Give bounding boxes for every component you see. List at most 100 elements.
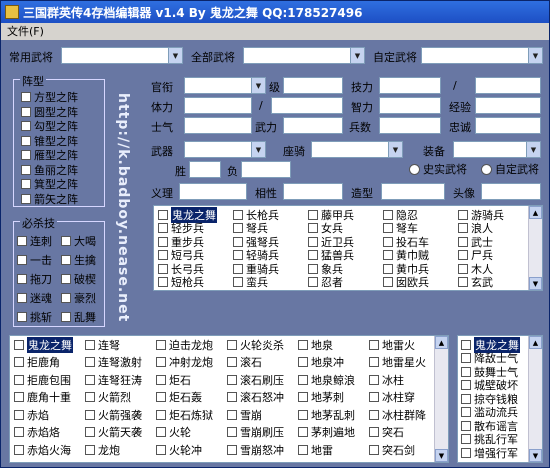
checkbox-icon[interactable] [61,312,71,322]
checkbox-icon[interactable] [17,312,27,322]
checkbox-icon[interactable] [308,236,318,247]
checkbox-icon[interactable] [461,393,471,404]
checkbox-icon[interactable] [17,293,27,303]
skill-list-scrollbar[interactable]: ▲ ▼ [434,336,448,462]
chevron-down-icon[interactable]: ▼ [251,142,265,157]
scroll-down-icon[interactable]: ▼ [529,277,542,290]
checkbox-icon[interactable] [308,263,318,274]
tactic-item[interactable]: 地茅刺 [298,391,344,404]
tactic-item[interactable]: 炬石轰 [156,391,202,404]
scroll-up-icon[interactable]: ▲ [435,336,448,349]
checkbox-icon[interactable] [14,444,24,455]
chevron-down-icon[interactable]: ▼ [251,78,265,93]
special-skill-checkbox[interactable]: 破楔 [61,271,96,287]
checkbox-icon[interactable] [61,236,71,246]
checkbox-icon[interactable] [369,427,379,437]
troop-type-list[interactable]: 鬼龙之舞 轻步兵 重步兵 短弓兵 长弓兵 短枪兵 长枪兵 弩兵 强弩兵 轻骑兵 重骑兵 蛮兵 藤甲兵 女兵… [153,205,543,291]
special-skill-checkbox[interactable]: 连刺 [17,233,52,249]
checkbox-icon[interactable] [458,236,468,247]
checkbox-icon[interactable] [458,277,468,287]
hp-field[interactable] [184,97,252,114]
tactic-item[interactable]: 地泉 [298,338,333,352]
checkbox-icon[interactable] [85,427,95,437]
checkbox-icon[interactable] [308,250,318,260]
weapon-combo[interactable]: ▼ [184,141,266,158]
tactic-item[interactable]: 冰柱 [369,373,404,387]
checkbox-icon[interactable] [298,444,308,455]
special-skill-checkbox[interactable]: 拖刀 [17,271,52,287]
checkbox-icon[interactable] [14,374,24,385]
checkbox-icon[interactable] [383,223,393,233]
menu-file[interactable]: 文件(F) [7,25,44,38]
checkbox-icon[interactable] [298,392,308,402]
tactic-item[interactable]: 炬石炼狱 [156,408,213,422]
troops-field[interactable] [379,117,441,134]
checkbox-icon[interactable] [21,121,31,131]
tactic-item[interactable]: 连弩 [85,338,120,352]
troop-item[interactable]: 蛮兵 [233,276,268,289]
checkbox-icon[interactable] [383,263,393,274]
checkbox-icon[interactable] [156,427,166,437]
chevron-down-icon[interactable]: ▼ [526,142,540,157]
checkbox-icon[interactable] [233,223,243,233]
checkbox-icon[interactable] [461,339,471,350]
troop-item[interactable]: 短枪兵 [158,276,204,289]
checkbox-icon[interactable] [308,209,318,220]
formation-checkbox[interactable]: 箭矢之阵 [21,191,78,207]
righteous-field[interactable] [179,183,247,200]
checkbox-icon[interactable] [156,339,166,350]
strategy-item[interactable]: 增强行军 [461,446,518,460]
checkbox-icon[interactable] [369,409,379,420]
tactic-item[interactable]: 火箭烈 [85,391,131,404]
tactic-item[interactable]: 雪崩 [227,408,262,422]
tactic-item[interactable]: 龙炮 [85,443,120,457]
checkbox-icon[interactable] [156,409,166,420]
scroll-down-icon[interactable]: ▼ [435,449,448,462]
history-general-radio[interactable]: 史实武将 [409,161,467,177]
radio-icon[interactable] [481,163,492,175]
checkbox-icon[interactable] [14,357,24,367]
morale-field[interactable] [184,117,252,134]
tactic-item[interactable]: 地茅乱刺 [298,408,355,422]
tactic-item[interactable]: 滚石怒冲 [227,391,284,404]
checkbox-icon[interactable] [308,223,318,233]
special-skill-checkbox[interactable]: 乱舞 [61,309,96,325]
tactic-item[interactable]: 火箭天袭 [85,426,142,439]
checkbox-icon[interactable] [458,250,468,260]
skill-field[interactable] [379,77,441,94]
chevron-down-icon[interactable]: ▼ [350,48,364,63]
checkbox-icon[interactable] [227,392,237,402]
tactic-item[interactable]: 雪崩怒冲 [227,443,284,457]
intel-field[interactable] [379,97,441,114]
checkbox-icon[interactable] [369,444,379,455]
loyalty-field[interactable] [475,117,541,134]
checkbox-icon[interactable] [14,392,24,402]
checkbox-icon[interactable] [227,374,237,385]
checkbox-icon[interactable] [156,357,166,367]
tactic-item[interactable]: 滚石刷压 [227,373,284,387]
chevron-down-icon[interactable]: ▼ [528,48,542,63]
checkbox-icon[interactable] [458,209,468,220]
checkbox-icon[interactable] [158,277,168,287]
chevron-down-icon[interactable]: ▼ [168,48,182,63]
tactic-item[interactable]: 地雷星火 [369,356,426,369]
custom-general-combo[interactable]: ▼ [421,47,543,64]
tactic-item[interactable]: 拒鹿包围 [14,373,71,387]
checkbox-icon[interactable] [158,223,168,233]
checkbox-icon[interactable] [85,444,95,455]
checkbox-icon[interactable] [461,420,471,431]
checkbox-icon[interactable] [14,409,24,420]
checkbox-icon[interactable] [233,277,243,287]
chevron-down-icon[interactable]: ▼ [388,142,402,157]
checkbox-icon[interactable] [21,106,31,117]
checkbox-icon[interactable] [227,409,237,420]
checkbox-icon[interactable] [308,277,318,287]
tactic-item[interactable]: 雪崩刷压 [227,426,284,439]
checkbox-icon[interactable] [227,427,237,437]
custom-general-radio[interactable]: 自定武将 [481,161,539,177]
tactic-item[interactable]: 赤焰火海 [14,443,71,457]
checkbox-icon[interactable] [298,357,308,367]
strategy-list-scrollbar[interactable]: ▲ ▼ [528,336,542,462]
common-general-combo[interactable]: ▼ [61,47,183,64]
checkbox-icon[interactable] [21,179,31,189]
